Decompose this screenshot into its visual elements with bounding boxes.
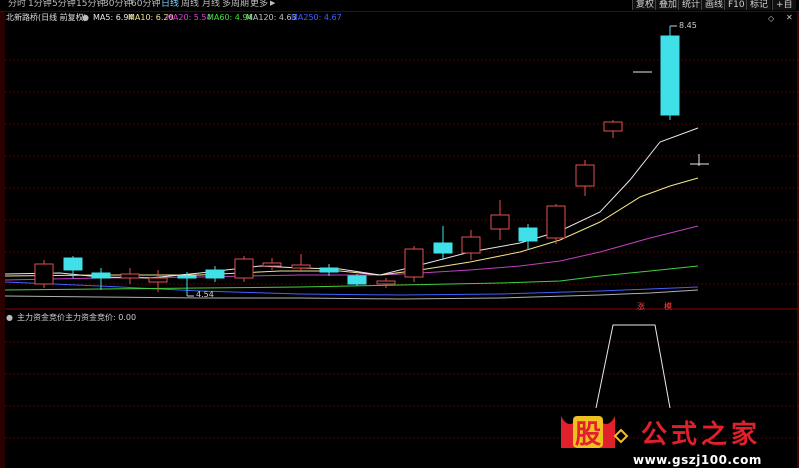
- logo-text: 公式之家: [641, 420, 762, 450]
- settings-gear-icon[interactable]: ●: [82, 12, 89, 23]
- draw-button[interactable]: 画线: [701, 0, 727, 10]
- candle: [291, 254, 311, 272]
- candle: [376, 278, 396, 288]
- indicator-line: [595, 324, 671, 409]
- logo-url: www.gszj100.com: [633, 453, 762, 467]
- chart-close-icon[interactable]: ✕: [786, 13, 793, 22]
- indicator-title: 主力资金竞价: [17, 313, 65, 322]
- candle: [205, 266, 225, 282]
- ma5-line: [4, 127, 699, 279]
- overlay-button[interactable]: 叠加: [655, 0, 681, 10]
- candle: [234, 256, 254, 282]
- tab-fenshi[interactable]: 分时: [8, 0, 26, 10]
- indicator-value: 主力资金竞价: 0.00: [65, 313, 137, 322]
- ma20-label: MA20: 5.54: [166, 13, 212, 22]
- low-price-label: 4.54: [196, 290, 214, 299]
- candle: [575, 160, 595, 196]
- signal-marker-left: 涨: [637, 302, 645, 311]
- candle: [120, 268, 140, 284]
- candle: [262, 258, 282, 270]
- ma10-line: [4, 177, 699, 277]
- tab-1min[interactable]: 1分钟: [28, 0, 52, 10]
- period-toolbar: 分时 1分钟 5分钟 15分钟 30分钟 60分钟 日线 周线 月线 多周期 更…: [0, 0, 799, 12]
- fuquan-button[interactable]: 复权: [632, 0, 658, 10]
- stock-title: 北新路桥(日线 前复权): [6, 13, 87, 22]
- tab-monthly[interactable]: 月线: [202, 0, 220, 10]
- candle: [490, 200, 510, 240]
- mark-button[interactable]: 标记: [746, 0, 772, 10]
- left-side-strip: [0, 12, 5, 468]
- signal-marker-right: 模: [664, 302, 672, 311]
- f10-button[interactable]: F10: [724, 0, 748, 10]
- candle: [518, 224, 538, 250]
- candle: [603, 120, 623, 138]
- stats-button[interactable]: 统计: [678, 0, 704, 10]
- candle: [34, 260, 54, 288]
- tab-weekly[interactable]: 周线: [181, 0, 199, 10]
- candle: [433, 226, 453, 260]
- tab-daily[interactable]: 日线: [161, 0, 179, 10]
- candles: [34, 26, 709, 296]
- indicator-gear-icon[interactable]: ●: [6, 313, 13, 323]
- candle: [319, 264, 339, 276]
- ma120-label: MA120: 4.63: [246, 13, 297, 22]
- candle: [347, 274, 367, 286]
- tab-15min[interactable]: 15分钟: [76, 0, 105, 10]
- chart-options-icon[interactable]: ◇: [768, 14, 774, 23]
- candle: [660, 26, 680, 120]
- add-self-button[interactable]: +自: [772, 0, 796, 10]
- grid-lines: [5, 59, 799, 285]
- watermark-logo: 股 公式之家 www.gszj100.com: [553, 408, 799, 468]
- candle: [404, 246, 424, 282]
- ma250-label: MA250: 4.67: [291, 13, 342, 22]
- tab-more[interactable]: 更多: [250, 0, 268, 10]
- high-price-label: 8.45: [679, 21, 697, 30]
- more-arrow-icon: ▶: [270, 0, 276, 7]
- tab-30min[interactable]: 30分钟: [103, 0, 132, 10]
- tab-multi-period[interactable]: 多周期: [222, 0, 249, 10]
- price-chart[interactable]: [0, 0, 799, 468]
- candle: [546, 204, 566, 244]
- tab-60min[interactable]: 60分钟: [131, 0, 160, 10]
- candle: [461, 230, 481, 260]
- logo-gu-char: 股: [575, 420, 602, 450]
- tab-5min[interactable]: 5分钟: [52, 0, 76, 10]
